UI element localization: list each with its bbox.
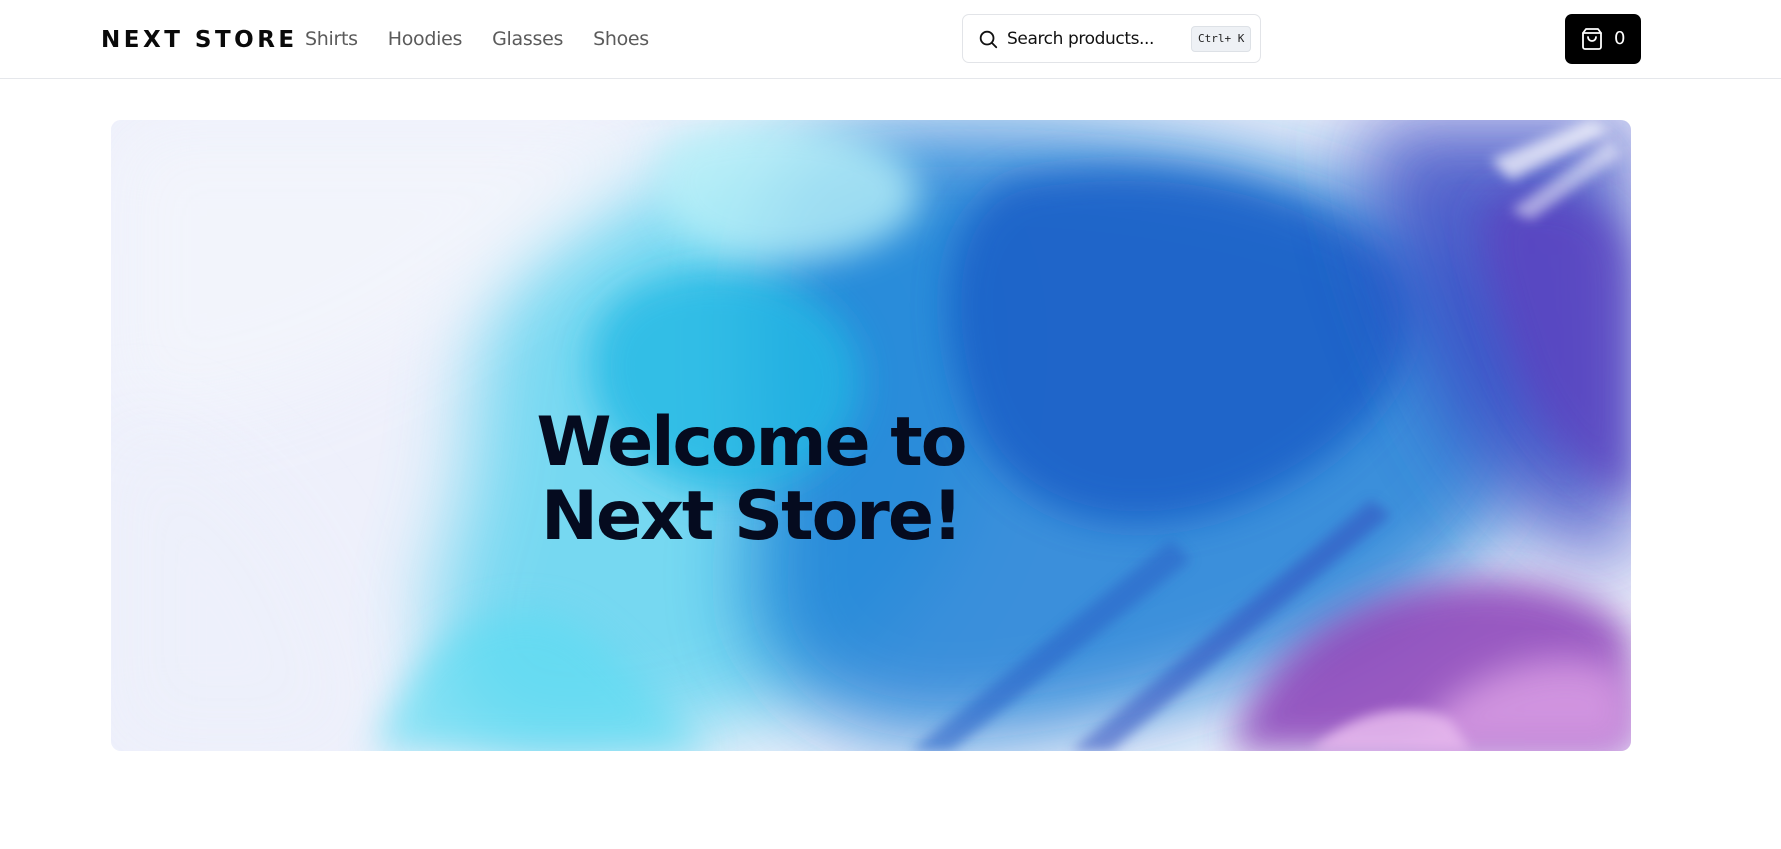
nav-link-shirts[interactable]: Shirts: [305, 27, 358, 51]
search-shortcut-hint: Ctrl+ K: [1191, 26, 1252, 52]
search-icon: [977, 28, 999, 50]
nav-link-shoes[interactable]: Shoes: [593, 27, 649, 51]
cart-button[interactable]: 0: [1565, 14, 1641, 64]
site-header: NEXT STORE Shirts Hoodies Glasses Shoes …: [0, 0, 1781, 79]
main-nav: Shirts Hoodies Glasses Shoes: [305, 27, 649, 51]
hero-title: Welcome to Next Store!: [536, 402, 968, 556]
search-input[interactable]: [1007, 25, 1187, 53]
nav-link-hoodies[interactable]: Hoodies: [388, 27, 463, 51]
search-box[interactable]: Ctrl+ K: [962, 14, 1261, 63]
cart-count: 0: [1614, 28, 1626, 49]
nav-link-glasses[interactable]: Glasses: [492, 27, 563, 51]
hero-banner: Welcome to Next Store!: [111, 120, 1631, 751]
store-logo[interactable]: NEXT STORE: [101, 26, 298, 54]
shopping-bag-icon: [1580, 27, 1604, 51]
